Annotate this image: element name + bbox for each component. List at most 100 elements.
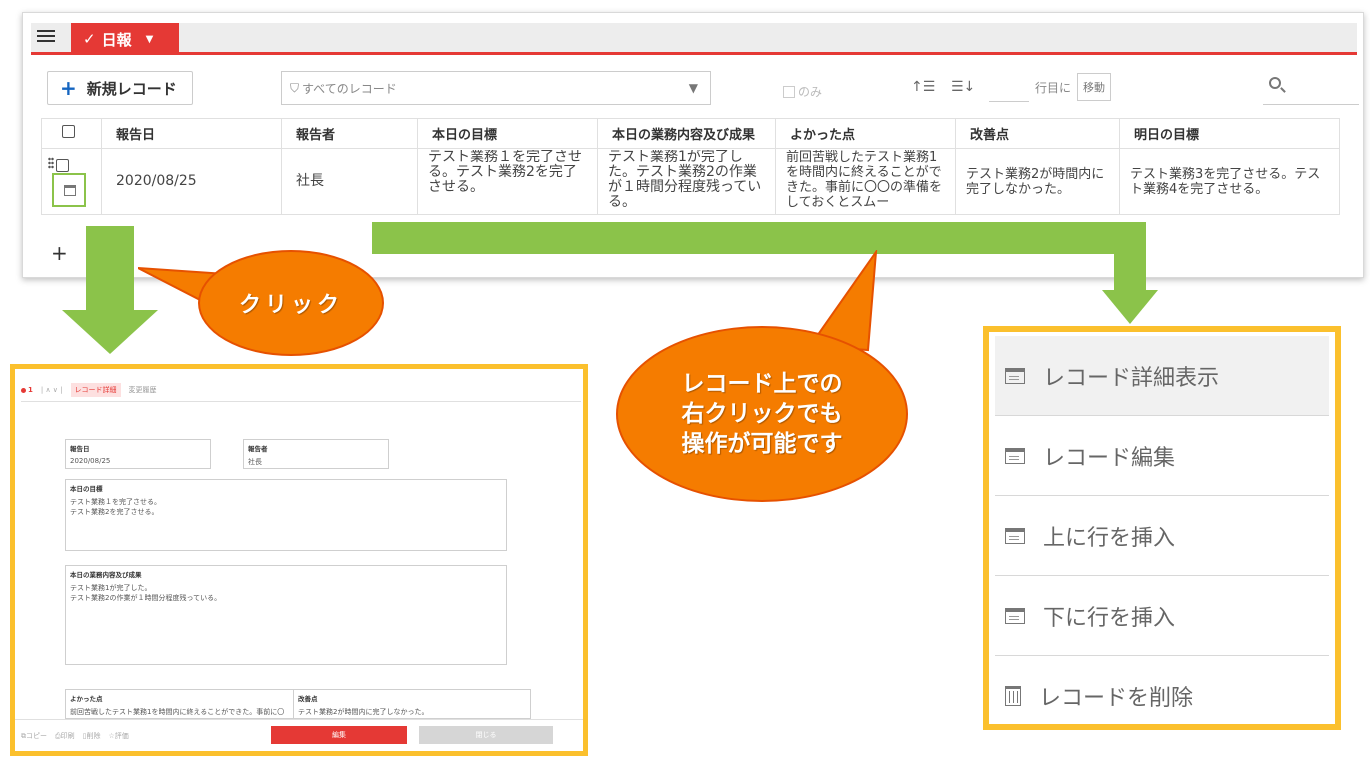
row-checkbox[interactable] [56,158,69,172]
only-label: のみ [798,85,823,99]
record-dot-icon [21,387,26,393]
field-reporter[interactable]: 報告者 社長 [243,439,389,469]
add-row-button[interactable]: + [51,241,68,265]
close-button[interactable]: 閉じる [419,726,553,744]
insert-above-icon [1005,527,1025,544]
new-record-label: 新規レコード [86,79,177,98]
check-icon: ✓ [83,30,96,48]
col-header-work[interactable]: 本日の業務内容及び成果 [597,118,776,149]
col-header-improve[interactable]: 改善点 [955,118,1120,149]
goto-row: 行目に 移動 [989,71,1112,103]
cell-tomorrow-text: テスト業務3を完了させる。テスト業務4を完了させる。 [1130,166,1321,197]
record-detail-dialog: 1 | ∧ ∨ | レコード詳細 変更履歴 報告日 2020/08/25 報告者… [10,364,588,756]
cell-improve[interactable]: テスト業務2が時間内に完了しなかった。 [955,148,1120,215]
new-record-button[interactable]: + 新規レコード [47,71,193,105]
field-goal-line1: テスト業務１を完了させる。 [70,498,161,506]
field-reporter-label: 報告者 [248,445,268,453]
dialog-footer: ⧉コピー ⎙印刷 ▯削除 ☆評価 編集 閉じる [15,719,583,751]
context-menu: レコード詳細表示 レコード編集 上に行を挿入 下に行を挿入 レコードを削除 [983,326,1341,730]
caret-down-icon[interactable]: ▼ [146,34,154,45]
tab-record-detail[interactable]: レコード詳細 [70,383,121,397]
sort-desc-icon[interactable]: ☰↓ [951,79,975,95]
only-toggle[interactable]: のみ [783,83,822,100]
tab-change-history[interactable]: 変更履歴 [129,385,157,395]
menu-item-label: 上に行を挿入 [1043,525,1176,551]
filter-icon: ⛉ [290,80,300,95]
record-detail-icon [1005,367,1025,384]
field-goal[interactable]: 本日の目標 テスト業務１を完了させる。 テスト業務2を完了させる。 [65,479,507,551]
menu-item-label: レコード詳細表示 [1043,365,1220,391]
cell-date[interactable]: 2020/08/25 [101,148,282,215]
field-improve[interactable]: 改善点 テスト業務2が時間内に完了しなかった。 [293,689,531,719]
field-date-value: 2020/08/25 [70,457,111,465]
drag-handle-icon[interactable] [48,156,54,169]
menu-item-insert-below[interactable]: 下に行を挿入 [995,576,1329,656]
record-number: 1 [28,386,33,394]
rate-label: 評価 [114,732,129,740]
search-icon [1269,77,1281,89]
field-good[interactable]: よかった点 前回苦戦したテスト業務1を時間内に終えることができた。事前に〇 [65,689,293,719]
menu-item-insert-above[interactable]: 上に行を挿入 [995,496,1329,576]
copy-link[interactable]: ⧉コピー [21,731,47,741]
cell-improve-text: テスト業務2が時間内に完了しなかった。 [966,166,1105,197]
select-all-checkbox[interactable] [62,125,75,138]
field-date[interactable]: 報告日 2020/08/25 [65,439,211,469]
dropdown-icon: ▼ [688,81,698,95]
cell-tomorrow[interactable]: テスト業務3を完了させる。テスト業務4を完了させる。 [1119,148,1340,215]
rate-link[interactable]: ☆評価 [108,731,128,741]
insert-below-icon [1005,607,1025,624]
field-date-label: 報告日 [70,445,90,453]
field-reporter-value: 社長 [248,458,262,466]
filter-label: すべてのレコード [302,81,397,96]
nav-arrows-icon[interactable]: | ∧ ∨ | [41,386,63,394]
menu-item-delete[interactable]: レコードを削除 [995,656,1329,736]
menu-item-label: レコード編集 [1043,445,1176,471]
menu-item-label: 下に行を挿入 [1043,605,1176,631]
menu-item-view-detail[interactable]: レコード詳細表示 [995,336,1329,416]
tab-label: 日報 [101,30,132,49]
cell-work[interactable]: テスト業務1が完了した。テスト業務2の作業が１時間分程度残っている。 [597,148,776,215]
arrow-down-left-head [62,310,158,354]
cell-good-text: 前回苦戦したテスト業務1を時間内に終えることができた。事前に〇〇の準備をしておく… [786,149,943,210]
cell-reporter-text: 社長 [296,173,324,189]
delete-link[interactable]: ▯削除 [83,731,101,741]
record-detail-icon[interactable] [52,172,86,207]
field-improve-label: 改善点 [298,695,318,703]
dialog-header: 1 | ∧ ∨ | レコード詳細 変更履歴 [21,383,157,397]
record-filter-select[interactable]: ⛉ すべてのレコード ▼ [281,71,711,105]
edit-button[interactable]: 編集 [271,726,407,744]
field-work-line2: テスト業務2の作業が１時間分程度残っている。 [70,594,222,602]
row-number-input[interactable] [989,72,1029,102]
table-row[interactable]: 2020/08/25 社長 テスト業務１を完了させる。テスト業務2を完了させる。… [41,148,1340,215]
callout-click: クリック [198,250,384,356]
col-header-good[interactable]: よかった点 [775,118,956,149]
only-checkbox[interactable] [783,85,795,98]
menu-icon[interactable] [37,30,55,44]
row-controls [41,148,102,215]
cell-work-text: テスト業務1が完了した。テスト業務2の作業が１時間分程度残っている。 [608,149,762,210]
field-goal-line2: テスト業務2を完了させる。 [70,508,159,516]
col-header-date[interactable]: 報告日 [101,118,282,149]
menu-item-edit[interactable]: レコード編集 [995,416,1329,496]
field-work[interactable]: 本日の業務内容及び成果 テスト業務1が完了した。 テスト業務2の作業が１時間分程… [65,565,507,665]
field-improve-value: テスト業務2が時間内に完了しなかった。 [298,708,429,716]
col-header-goal[interactable]: 本日の目標 [417,118,598,149]
cell-reporter[interactable]: 社長 [281,148,418,215]
tab-daily-report[interactable]: ✓ 日報 ▼ [71,23,179,55]
dialog-header-divider [21,401,581,402]
col-header-reporter[interactable]: 報告者 [281,118,418,149]
field-work-label: 本日の業務内容及び成果 [70,571,142,579]
sort-asc-icon[interactable]: ↑☰ [911,79,935,95]
menu-item-label: レコードを削除 [1039,686,1194,711]
record-edit-icon [1005,447,1025,464]
cell-goal[interactable]: テスト業務１を完了させる。テスト業務2を完了させる。 [417,148,598,215]
field-good-label: よかった点 [70,695,103,703]
search-input[interactable] [1263,71,1359,105]
trash-icon [1005,686,1021,706]
field-good-value: 前回苦戦したテスト業務1を時間内に終えることができた。事前に〇 [70,708,285,716]
move-button[interactable]: 移動 [1077,73,1112,101]
print-link[interactable]: ⎙印刷 [55,731,75,741]
cell-good[interactable]: 前回苦戦したテスト業務1を時間内に終えることができた。事前に〇〇の準備をしておく… [775,148,956,215]
col-header-tomorrow[interactable]: 明日の目標 [1119,118,1340,149]
callout-right-click: レコード上での 右クリックでも 操作が可能です [616,326,908,502]
